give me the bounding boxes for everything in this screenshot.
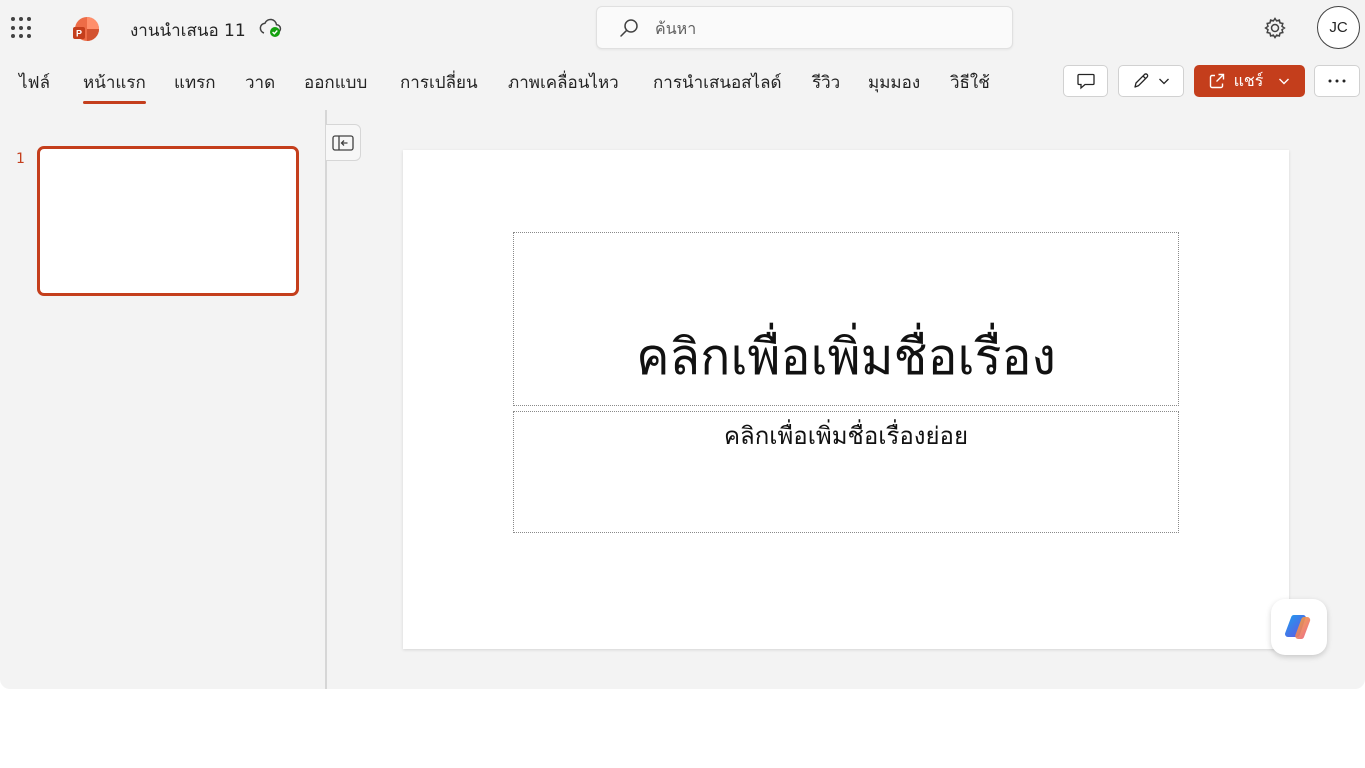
share-icon (1209, 73, 1224, 89)
share-button[interactable]: แชร์ (1194, 65, 1305, 97)
document-title[interactable]: งานนำเสนอ 11 (130, 17, 246, 44)
tab-insert[interactable]: แทรก (174, 69, 216, 102)
slide-number: 1 (16, 151, 25, 167)
tab-help[interactable]: วิธีใช้ (950, 69, 990, 102)
user-avatar[interactable]: JC (1317, 6, 1360, 49)
app-launcher-icon[interactable] (11, 17, 33, 39)
search-input[interactable] (655, 15, 995, 41)
copilot-icon (1285, 615, 1311, 639)
tab-animations[interactable]: ภาพเคลื่อนไหว (508, 69, 619, 102)
subtitle-placeholder-text: คลิกเพื่อเพิ่มชื่อเรื่องย่อย (723, 422, 969, 450)
search-box[interactable] (596, 6, 1013, 49)
slide-thumbnail-pane: 1 (0, 110, 326, 689)
tab-view[interactable]: มุมมอง (868, 69, 920, 102)
more-icon (1328, 79, 1346, 83)
comments-button[interactable] (1063, 65, 1108, 97)
tab-home[interactable]: หน้าแรก (83, 69, 146, 104)
app-window: P งานนำเสนอ 11 JC ไฟล์ หน้าแรก แทรก (0, 0, 1365, 689)
ribbon-tabs: ไฟล์ หน้าแรก แทรก วาด ออกแบบ การเปลี่ยน … (0, 60, 1050, 104)
slide-canvas: คลิกเพื่อเพิ่มชื่อเรื่อง คลิกเพื่อเพิ่มช… (403, 150, 1289, 649)
title-placeholder[interactable]: คลิกเพื่อเพิ่มชื่อเรื่อง (513, 232, 1179, 406)
share-label: แชร์ (1233, 70, 1264, 90)
comment-icon (1076, 73, 1095, 90)
pane-divider[interactable] (325, 110, 327, 689)
tab-design[interactable]: ออกแบบ (304, 69, 367, 102)
editing-mode-button[interactable] (1118, 65, 1184, 97)
more-options-button[interactable] (1314, 65, 1360, 97)
powerpoint-logo-icon: P (73, 17, 99, 41)
title-bar: P งานนำเสนอ 11 JC (0, 0, 1365, 56)
tab-draw[interactable]: วาด (245, 69, 275, 102)
collapse-pane-icon (332, 134, 354, 151)
collapse-pane-button[interactable] (326, 124, 361, 161)
pencil-icon (1134, 73, 1149, 88)
cloud-saved-icon[interactable] (258, 16, 284, 40)
subtitle-placeholder[interactable]: คลิกเพื่อเพิ่มชื่อเรื่องย่อย (513, 411, 1179, 533)
search-icon (620, 19, 638, 37)
tab-slide-show[interactable]: การนำเสนอสไลด์ (653, 69, 782, 102)
slide-thumbnail[interactable] (37, 146, 299, 296)
chevron-down-icon (1159, 78, 1169, 85)
tab-review[interactable]: รีวิว (812, 69, 840, 102)
svg-text:P: P (76, 29, 82, 39)
title-placeholder-text: คลิกเพื่อเพิ่มชื่อเรื่อง (636, 328, 1056, 386)
tab-file[interactable]: ไฟล์ (19, 69, 50, 102)
chevron-down-icon (1279, 78, 1290, 85)
gear-icon[interactable] (1262, 15, 1288, 41)
tab-transitions[interactable]: การเปลี่ยน (400, 69, 478, 102)
copilot-button[interactable] (1271, 599, 1327, 655)
